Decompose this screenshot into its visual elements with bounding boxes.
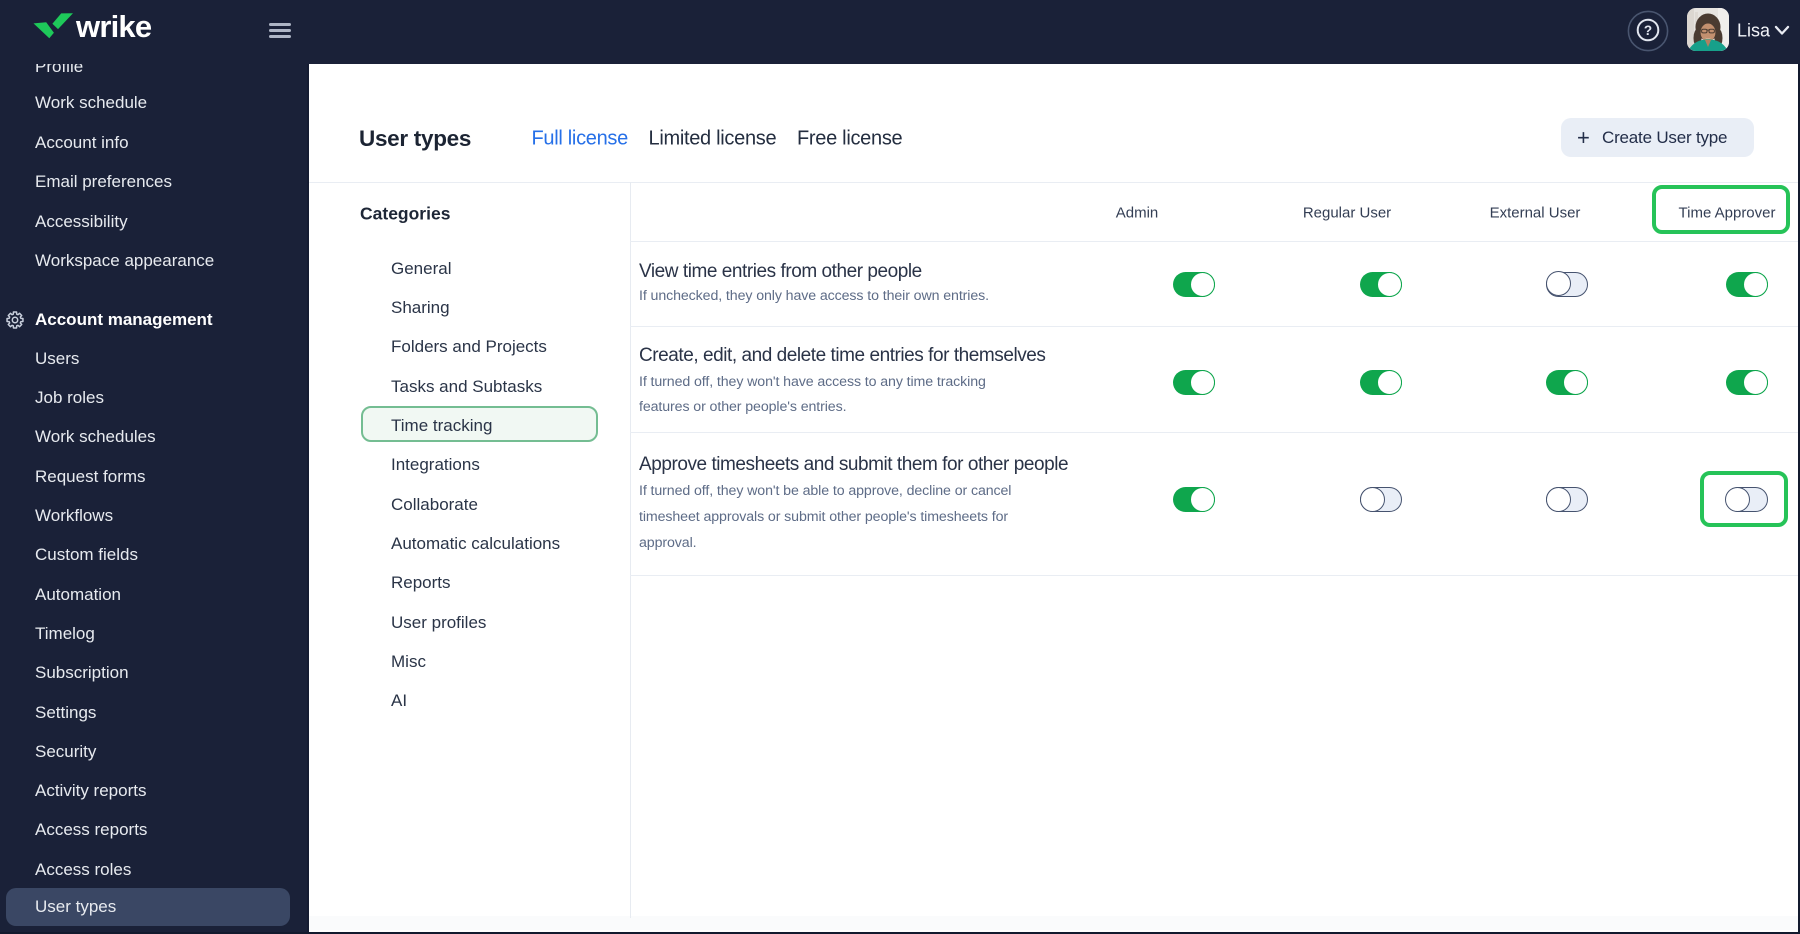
svg-text:?: ? — [1644, 23, 1652, 38]
